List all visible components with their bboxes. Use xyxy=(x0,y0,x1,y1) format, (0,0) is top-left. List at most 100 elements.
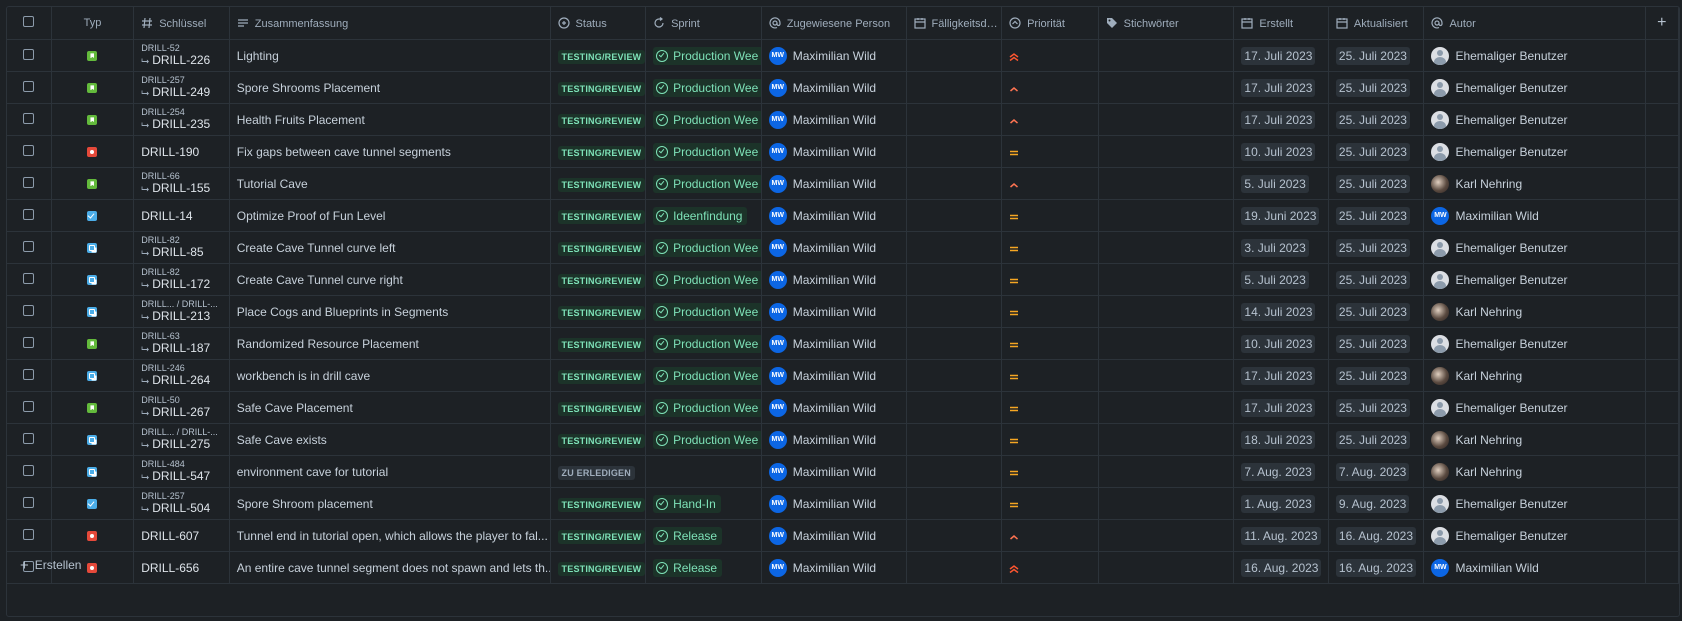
labels-cell[interactable] xyxy=(1098,263,1235,296)
priority-cell[interactable] xyxy=(1001,135,1099,168)
summary-cell[interactable]: Tutorial Cave xyxy=(229,167,551,200)
labels-cell[interactable] xyxy=(1098,487,1235,520)
row-checkbox[interactable] xyxy=(23,336,35,348)
summary-cell[interactable]: Safe Cave Placement xyxy=(229,391,551,424)
table-row[interactable]: DRILL... / DRILL-... ⮡ DRILL-275 Safe Cave… xyxy=(7,423,1679,456)
sprint-cell[interactable]: Production Wee xyxy=(645,103,762,136)
assignee-cell[interactable]: MW Maximilian Wild xyxy=(761,455,907,488)
row-select-cell[interactable] xyxy=(7,135,52,168)
priority-cell[interactable] xyxy=(1001,71,1099,104)
row-select-cell[interactable] xyxy=(7,359,52,392)
due-date-cell[interactable] xyxy=(906,39,1003,72)
column-header-created[interactable]: Erstellt xyxy=(1233,7,1329,40)
table-row[interactable]: DRILL-254 ⮡ DRILL-235 Health Fruits Placem… xyxy=(7,103,1679,136)
row-select-cell[interactable] xyxy=(7,71,52,104)
due-date-cell[interactable] xyxy=(906,71,1003,104)
due-date-cell[interactable] xyxy=(906,423,1003,456)
due-date-cell[interactable] xyxy=(906,359,1003,392)
status-cell[interactable]: TESTING/REVIEW xyxy=(550,71,647,104)
column-header-labels[interactable]: Stichwörter xyxy=(1098,7,1235,40)
status-cell[interactable]: TESTING/REVIEW xyxy=(550,135,647,168)
key-cell[interactable]: DRILL... / DRILL-... ⮡ DRILL-275 xyxy=(133,423,230,456)
row-checkbox[interactable] xyxy=(23,80,35,92)
status-cell[interactable]: ZU ERLEDIGEN xyxy=(550,455,647,488)
row-select-cell[interactable] xyxy=(7,167,52,200)
row-checkbox[interactable] xyxy=(23,272,35,284)
due-date-cell[interactable] xyxy=(906,167,1003,200)
assignee-cell[interactable]: MW Maximilian Wild xyxy=(761,359,907,392)
key-cell[interactable]: DRILL-66 ⮡ DRILL-155 xyxy=(133,167,230,200)
sprint-cell[interactable]: Production Wee xyxy=(645,135,762,168)
row-checkbox[interactable] xyxy=(23,240,35,252)
select-all-checkbox[interactable] xyxy=(23,16,35,27)
assignee-cell[interactable]: MW Maximilian Wild xyxy=(761,391,907,424)
assignee-cell[interactable]: MW Maximilian Wild xyxy=(761,519,907,552)
column-header-type[interactable]: Typ xyxy=(51,7,135,40)
column-header-due-date[interactable]: Fälligkeitsd… xyxy=(906,7,1003,40)
sprint-cell[interactable]: Ideenfindung xyxy=(645,199,762,232)
priority-cell[interactable] xyxy=(1001,487,1099,520)
summary-cell[interactable]: Optimize Proof of Fun Level xyxy=(229,199,551,232)
status-cell[interactable]: TESTING/REVIEW xyxy=(550,359,647,392)
assignee-cell[interactable]: MW Maximilian Wild xyxy=(761,263,907,296)
labels-cell[interactable] xyxy=(1098,167,1235,200)
status-cell[interactable]: TESTING/REVIEW xyxy=(550,519,647,552)
row-checkbox[interactable] xyxy=(23,48,35,60)
sprint-cell[interactable]: Production Wee xyxy=(645,359,762,392)
add-column-button[interactable]: + xyxy=(1645,7,1679,40)
assignee-cell[interactable]: MW Maximilian Wild xyxy=(761,167,907,200)
labels-cell[interactable] xyxy=(1098,135,1235,168)
row-checkbox[interactable] xyxy=(23,432,35,444)
labels-cell[interactable] xyxy=(1098,519,1235,552)
key-cell[interactable]: DRILL-63 ⮡ DRILL-187 xyxy=(133,327,230,360)
column-header-priority[interactable]: Priorität xyxy=(1001,7,1099,40)
due-date-cell[interactable] xyxy=(906,231,1003,264)
key-cell[interactable]: DRILL-14 xyxy=(133,199,230,232)
labels-cell[interactable] xyxy=(1098,231,1235,264)
sprint-cell[interactable]: Production Wee xyxy=(645,39,762,72)
row-select-cell[interactable] xyxy=(7,487,52,520)
key-cell[interactable]: DRILL-254 ⮡ DRILL-235 xyxy=(133,103,230,136)
key-cell[interactable]: DRILL-607 xyxy=(133,519,230,552)
row-checkbox[interactable] xyxy=(23,400,35,412)
row-checkbox[interactable] xyxy=(23,112,35,124)
key-cell[interactable]: DRILL-246 ⮡ DRILL-264 xyxy=(133,359,230,392)
status-cell[interactable]: TESTING/REVIEW xyxy=(550,295,647,328)
status-cell[interactable]: TESTING/REVIEW xyxy=(550,231,647,264)
status-cell[interactable]: TESTING/REVIEW xyxy=(550,167,647,200)
create-issue-button[interactable]: + Erstellen xyxy=(20,557,81,574)
row-select-cell[interactable] xyxy=(7,263,52,296)
row-checkbox[interactable] xyxy=(23,528,35,540)
row-checkbox[interactable] xyxy=(23,304,35,316)
labels-cell[interactable] xyxy=(1098,295,1235,328)
priority-cell[interactable] xyxy=(1001,519,1099,552)
summary-cell[interactable]: environment cave for tutorial xyxy=(229,455,551,488)
status-cell[interactable]: TESTING/REVIEW xyxy=(550,39,647,72)
status-cell[interactable]: TESTING/REVIEW xyxy=(550,423,647,456)
row-select-cell[interactable] xyxy=(7,519,52,552)
labels-cell[interactable] xyxy=(1098,359,1235,392)
status-cell[interactable]: TESTING/REVIEW xyxy=(550,327,647,360)
priority-cell[interactable] xyxy=(1001,359,1099,392)
summary-cell[interactable]: Safe Cave exists xyxy=(229,423,551,456)
labels-cell[interactable] xyxy=(1098,391,1235,424)
column-header-assignee[interactable]: Zugewiesene Person xyxy=(761,7,907,40)
table-row[interactable]: DRILL-14 Optimize Proof of Fun Level TES… xyxy=(7,199,1679,232)
column-header-summary[interactable]: Zusammenfassung xyxy=(229,7,551,40)
priority-cell[interactable] xyxy=(1001,39,1099,72)
row-select-cell[interactable] xyxy=(7,295,52,328)
row-select-cell[interactable] xyxy=(7,231,52,264)
column-header-key[interactable]: Schlüssel xyxy=(133,7,230,40)
key-cell[interactable]: DRILL-190 xyxy=(133,135,230,168)
summary-cell[interactable]: workbench is in drill cave xyxy=(229,359,551,392)
assignee-cell[interactable]: MW Maximilian Wild xyxy=(761,295,907,328)
key-cell[interactable]: DRILL-257 ⮡ DRILL-504 xyxy=(133,487,230,520)
status-cell[interactable]: TESTING/REVIEW xyxy=(550,391,647,424)
due-date-cell[interactable] xyxy=(906,519,1003,552)
table-row[interactable]: DRILL-607 Tunnel end in tutorial open, w… xyxy=(7,519,1679,552)
summary-cell[interactable]: Lighting xyxy=(229,39,551,72)
due-date-cell[interactable] xyxy=(906,199,1003,232)
due-date-cell[interactable] xyxy=(906,455,1003,488)
select-all-header[interactable] xyxy=(7,7,52,40)
table-row[interactable]: DRILL-257 ⮡ DRILL-249 Spore Shrooms Placem… xyxy=(7,71,1679,104)
